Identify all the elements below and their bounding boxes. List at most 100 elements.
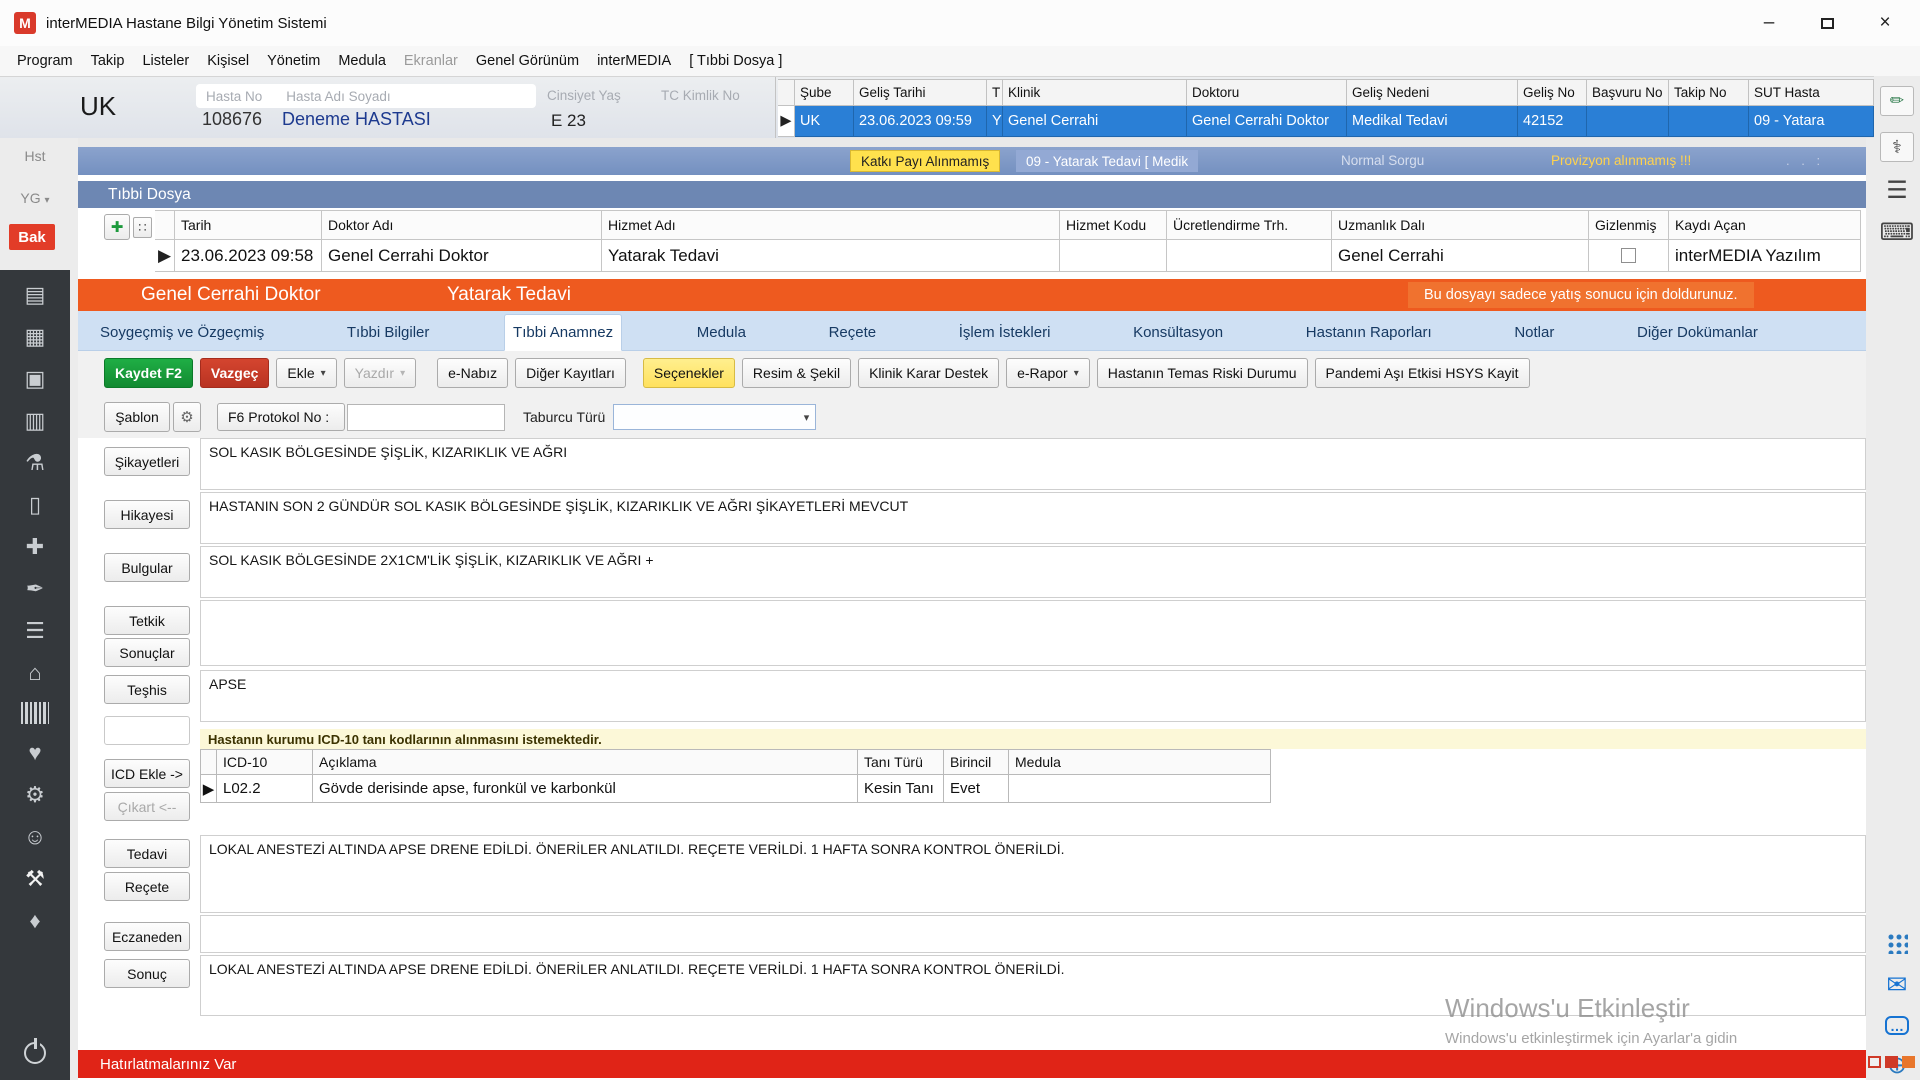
tedavi-field[interactable]: LOKAL ANESTEZİ ALTINDA APSE DRENE EDİLDİ… — [200, 835, 1866, 913]
klinik-karar-button[interactable]: Klinik Karar Destek — [858, 358, 999, 388]
sikayetleri-button[interactable]: Şikayetleri — [104, 447, 190, 476]
bulgular-button[interactable]: Bulgular — [104, 553, 190, 582]
drop-icon[interactable]: ♦ — [29, 908, 40, 934]
cell-icd10: L02.2 — [217, 775, 313, 803]
calendar-icon[interactable]: ▣ — [25, 366, 46, 392]
tab-medula[interactable]: Medula — [689, 315, 754, 350]
menu-genel-gorunum[interactable]: Genel Görünüm — [467, 49, 588, 73]
cell-sut-hasta: 09 - Yatara — [1749, 106, 1874, 137]
hikayesi-field[interactable]: HASTANIN SON 2 GÜNDÜR SOL KASIK BÖLGESİN… — [200, 492, 1866, 544]
menu-medula[interactable]: Medula — [329, 49, 395, 73]
protokol-no-input[interactable] — [347, 404, 505, 431]
robot-icon[interactable]: ⚙ — [25, 782, 45, 808]
printer-icon[interactable]: ▥ — [25, 408, 46, 434]
sonuclar-button[interactable]: Sonuçlar — [104, 638, 190, 667]
bed-icon[interactable]: ⌂ — [28, 660, 41, 686]
cell-gelis-no: 42152 — [1518, 106, 1587, 137]
calculator-icon[interactable]: ▦ — [25, 324, 46, 350]
tab-diger-dokumanlar[interactable]: Diğer Dokümanlar — [1629, 315, 1766, 350]
tetkik-button[interactable]: Tetkik — [104, 606, 190, 635]
mini-close-button[interactable] — [1902, 1056, 1915, 1068]
ekle-button[interactable]: Ekle▾ — [276, 358, 336, 388]
tab-hastanin-raporlari[interactable]: Hastanın Raporları — [1298, 315, 1440, 350]
recete-button[interactable]: Reçete — [104, 872, 190, 901]
eczaneden-field[interactable] — [200, 915, 1866, 953]
notes-icon[interactable]: ☰ — [25, 618, 45, 644]
kaydet-button[interactable]: Kaydet F2 — [104, 358, 193, 388]
vazgec-button[interactable]: Vazgeç — [200, 358, 269, 388]
erapor-button[interactable]: e-Rapor▾ — [1006, 358, 1090, 388]
tetkik-sonuclar-field[interactable] — [200, 600, 1866, 666]
maximize-button[interactable] — [1798, 0, 1856, 46]
stethoscope-button[interactable]: ⚕ — [1880, 132, 1914, 162]
close-button[interactable]: × — [1856, 0, 1914, 46]
yg-dropdown[interactable]: YG ▾ — [0, 190, 70, 206]
chat-icon[interactable]: … — [1885, 1016, 1909, 1035]
menu-yonetim[interactable]: Yönetim — [258, 49, 329, 73]
mail-icon[interactable]: ✉ — [1887, 970, 1908, 1000]
document-add-icon[interactable]: ✚ — [26, 534, 44, 560]
diger-kayitlar-button[interactable]: Diğer Kayıtları — [515, 358, 626, 388]
edit-icon: ✏ — [1890, 91, 1904, 111]
minimize-button[interactable]: – — [1740, 0, 1798, 46]
tab-tibbi-bilgiler[interactable]: Tıbbi Bilgiler — [339, 315, 438, 350]
bak-button[interactable]: Bak — [9, 224, 55, 250]
enabiz-button[interactable]: e-Nabız — [437, 358, 508, 388]
tab-tibbi-anamnez[interactable]: Tıbbi Anamnez — [504, 314, 622, 351]
sablon-button[interactable]: Şablon — [104, 402, 170, 432]
menu-listeler[interactable]: Listeler — [133, 49, 198, 73]
cart-icon[interactable]: ⚒ — [25, 866, 45, 892]
tibbi-dosya-row[interactable]: ▶ 23.06.2023 09:58 Genel Cerrahi Doktor … — [155, 240, 1861, 272]
tab-recete[interactable]: Reçete — [821, 315, 885, 350]
teshis-field[interactable]: APSE — [200, 670, 1866, 722]
mini-restore-button[interactable] — [1885, 1056, 1898, 1068]
patient-card-icon[interactable]: ▤ — [25, 282, 46, 308]
tab-islem-istekleri[interactable]: İşlem İstekleri — [951, 315, 1059, 350]
icd-ekle-button[interactable]: ICD Ekle -> — [104, 759, 190, 788]
yazdir-button: Yazdır▾ — [344, 358, 416, 388]
reminder-statusbar[interactable]: Hatırlatmalarınız Var — [78, 1050, 1866, 1078]
assistant-icon[interactable]: ☺ — [24, 824, 46, 850]
temas-riski-button[interactable]: Hastanın Temas Riski Durumu — [1097, 358, 1308, 388]
keyboard-icon[interactable]: ⌨ — [1880, 220, 1915, 246]
menu-program[interactable]: Program — [8, 49, 82, 73]
cell-doktoru: Genel Cerrahi Doktor — [1187, 106, 1347, 137]
tab-notlar[interactable]: Notlar — [1506, 315, 1562, 350]
add-record-button[interactable]: ✚ — [104, 214, 130, 240]
menu-tibbi-dosya[interactable]: [ Tıbbi Dosya ] — [680, 49, 791, 73]
pandemi-button[interactable]: Pandemi Aşı Etkisi HSYS Kayit — [1315, 358, 1530, 388]
tab-konsultasyon[interactable]: Konsültasyon — [1125, 315, 1231, 350]
cell-birincil: Evet — [944, 775, 1009, 803]
eczaneden-button[interactable]: Eczaneden — [104, 922, 190, 951]
heart-icon[interactable]: ♥ — [28, 740, 41, 766]
secenekler-button[interactable]: Seçenekler — [643, 358, 735, 388]
hst-tab[interactable]: Hst — [0, 148, 70, 164]
blank-field — [104, 716, 190, 745]
tedavi-button[interactable]: Tedavi — [104, 839, 190, 868]
resim-sekil-button[interactable]: Resim & Şekil — [742, 358, 851, 388]
tab-soygecmis[interactable]: Soygeçmiş ve Özgeçmiş — [92, 315, 272, 350]
apps-grid-icon[interactable] — [1886, 932, 1908, 954]
hikayesi-button[interactable]: Hikayesi — [104, 500, 190, 529]
barcode-icon[interactable] — [21, 702, 49, 724]
teshis-button[interactable]: Teşhis — [104, 675, 190, 704]
menu-intermedia[interactable]: interMEDIA — [588, 49, 680, 73]
lab-flask-icon[interactable]: ⚗ — [25, 450, 45, 476]
power-icon[interactable] — [24, 1042, 46, 1064]
menu-takip[interactable]: Takip — [82, 49, 134, 73]
document-icon[interactable]: ▯ — [29, 492, 41, 518]
grid-options-button[interactable]: ∷ — [133, 217, 152, 238]
pen-icon[interactable]: ✒ — [26, 576, 44, 602]
mini-minimize-button[interactable] — [1868, 1056, 1881, 1068]
icd-row[interactable]: ▶ L02.2 Gövde derisinde apse, furonkül v… — [200, 775, 1271, 803]
bulgular-field[interactable]: SOL KASIK BÖLGESİNDE 2X1CM'LİK ŞİŞLİK, K… — [200, 546, 1866, 598]
gizlenmis-checkbox[interactable] — [1621, 248, 1636, 263]
sablon-gear-button[interactable]: ⚙ — [173, 402, 201, 432]
taburcu-turu-select[interactable]: ▾ — [613, 404, 816, 430]
sikayetleri-field[interactable]: SOL KASIK BÖLGESİNDE ŞİŞLİK, KIZARIKLIK … — [200, 438, 1866, 490]
menu-kisisel[interactable]: Kişisel — [198, 49, 258, 73]
forms-list-icon[interactable]: ☰ — [1886, 178, 1908, 204]
sonuc-button[interactable]: Sonuç — [104, 959, 190, 988]
edit-record-button[interactable]: ✏ — [1880, 86, 1914, 116]
admission-row[interactable]: ▶ UK 23.06.2023 09:59 Y Genel Cerrahi Ge… — [778, 106, 1874, 137]
